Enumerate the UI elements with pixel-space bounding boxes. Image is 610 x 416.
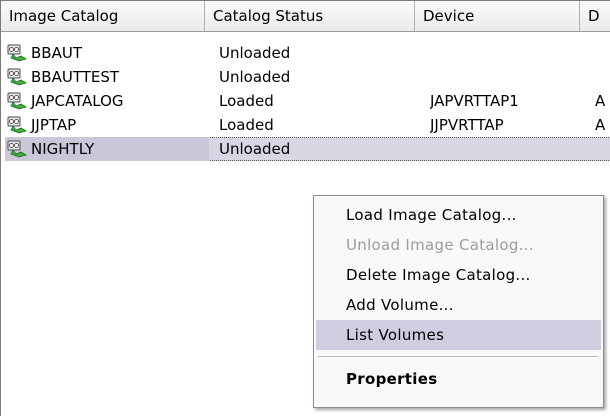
table-row[interactable]: BBAUTTEST Unloaded bbox=[5, 65, 610, 89]
catalog-name-cell[interactable]: JJPTAP bbox=[5, 113, 209, 137]
catalog-device bbox=[430, 137, 590, 161]
catalog-status: Loaded bbox=[219, 92, 274, 110]
menu-item-delete-image-catalog[interactable]: Delete Image Catalog... bbox=[316, 260, 601, 290]
catalog-icon bbox=[7, 92, 27, 110]
column-header-catalog-status[interactable]: Catalog Status bbox=[205, 1, 415, 31]
menu-item-unload-image-catalog: Unload Image Catalog... bbox=[346, 236, 534, 254]
context-menu: Load Image Catalog... Unload Image Catal… bbox=[313, 195, 604, 408]
catalog-extra: A bbox=[595, 116, 606, 134]
catalog-status: Loaded bbox=[219, 116, 274, 134]
catalog-name: BBAUT bbox=[31, 44, 82, 62]
catalog-device: JJPVRTTAP bbox=[430, 116, 504, 134]
catalog-extra bbox=[595, 137, 610, 161]
table-row[interactable]: BBAUT Unloaded bbox=[5, 41, 610, 65]
catalog-name: JAPCATALOG bbox=[31, 92, 124, 110]
table-row[interactable]: JAPCATALOG Loaded JAPVRTTAP1 A bbox=[5, 89, 610, 113]
table-row[interactable]: NIGHTLY Unloaded bbox=[5, 137, 610, 161]
list-header: Image Catalog Catalog Status Device D bbox=[1, 1, 610, 32]
menu-item-add-volume[interactable]: Add Volume... bbox=[316, 290, 601, 320]
catalog-icon bbox=[7, 44, 27, 62]
catalog-status: Unloaded bbox=[219, 44, 291, 62]
menu-item-properties[interactable]: Properties bbox=[316, 364, 601, 394]
catalog-icon bbox=[7, 116, 27, 134]
catalog-status: Unloaded bbox=[219, 68, 291, 86]
catalog-icon bbox=[7, 140, 27, 158]
catalog-icon bbox=[7, 68, 27, 86]
catalog-name-cell[interactable]: JAPCATALOG bbox=[5, 89, 209, 113]
menu-separator bbox=[318, 356, 598, 358]
catalog-name: BBAUTTEST bbox=[31, 68, 120, 86]
catalog-extra: A bbox=[595, 92, 606, 110]
column-header-image-catalog[interactable]: Image Catalog bbox=[1, 1, 205, 31]
catalog-extra bbox=[595, 65, 610, 89]
catalog-device bbox=[430, 41, 590, 65]
catalog-status: Unloaded bbox=[219, 140, 291, 158]
catalog-device: JAPVRTTAP1 bbox=[430, 92, 519, 110]
menu-item-list-volumes[interactable]: List Volumes bbox=[316, 320, 601, 350]
catalog-name-cell[interactable]: NIGHTLY bbox=[5, 137, 209, 161]
catalog-extra bbox=[595, 41, 610, 65]
catalog-name: NIGHTLY bbox=[31, 140, 95, 158]
catalog-name: JJPTAP bbox=[31, 116, 77, 134]
column-header-device[interactable]: Device bbox=[415, 1, 580, 31]
menu-item-load-image-catalog[interactable]: Load Image Catalog... bbox=[316, 200, 601, 230]
table-row[interactable]: JJPTAP Loaded JJPVRTTAP A bbox=[5, 113, 610, 137]
catalog-device bbox=[430, 65, 590, 89]
column-header-d[interactable]: D bbox=[580, 1, 610, 31]
catalog-name-cell[interactable]: BBAUTTEST bbox=[5, 65, 209, 89]
catalog-name-cell[interactable]: BBAUT bbox=[5, 41, 209, 65]
